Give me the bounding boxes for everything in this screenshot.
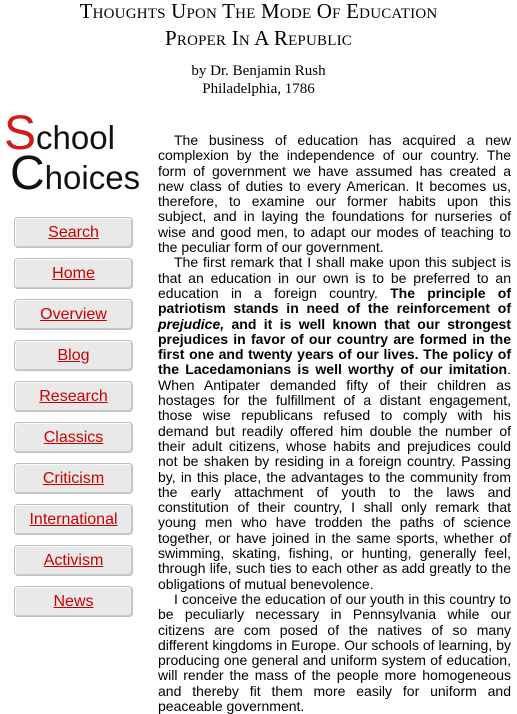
nav-classics-button[interactable]: Classics [14, 422, 133, 453]
nav-overview-button[interactable]: Overview [14, 299, 133, 330]
title-line-2: Proper In A Republic [165, 26, 352, 50]
paragraph-2-bold-italic: prejudice, [158, 315, 225, 332]
paragraph-2: The first remark that I shall make upon … [158, 255, 511, 592]
school-choices-logo[interactable]: School Choices [4, 110, 154, 200]
byline: by Dr. Benjamin Rush Philadelphia, 1786 [0, 62, 517, 98]
logo-word-choices-rest: hoices [44, 159, 141, 196]
place-date: Philadelphia, 1786 [202, 81, 315, 97]
page-title: Thoughts Upon The Mode Of Education Prop… [0, 0, 517, 52]
paragraph-2-rest: . When Antipater demanded fifty of their… [158, 361, 511, 592]
nav-search-button[interactable]: Search [14, 217, 133, 248]
nav-research-button[interactable]: Research [14, 381, 133, 412]
logo-initial-c: C [10, 147, 45, 200]
nav-news-button[interactable]: News [14, 586, 133, 617]
paragraph-1: The business of education has acquired a… [158, 132, 511, 256]
nav-blog-button[interactable]: Blog [14, 340, 133, 371]
title-line-1: Thoughts Upon The Mode Of Education [79, 0, 438, 23]
author: by Dr. Benjamin Rush [191, 63, 326, 79]
logo-word-choices: Choices [10, 150, 140, 198]
nav-international-button[interactable]: International [14, 504, 133, 535]
nav-criticism-button[interactable]: Criticism [14, 463, 133, 494]
article-body: The business of education has acquired a… [158, 132, 511, 714]
paragraph-3: I conceive the education of our youth in… [158, 590, 511, 714]
nav-activism-button[interactable]: Activism [14, 545, 133, 576]
nav-home-button[interactable]: Home [14, 258, 133, 289]
